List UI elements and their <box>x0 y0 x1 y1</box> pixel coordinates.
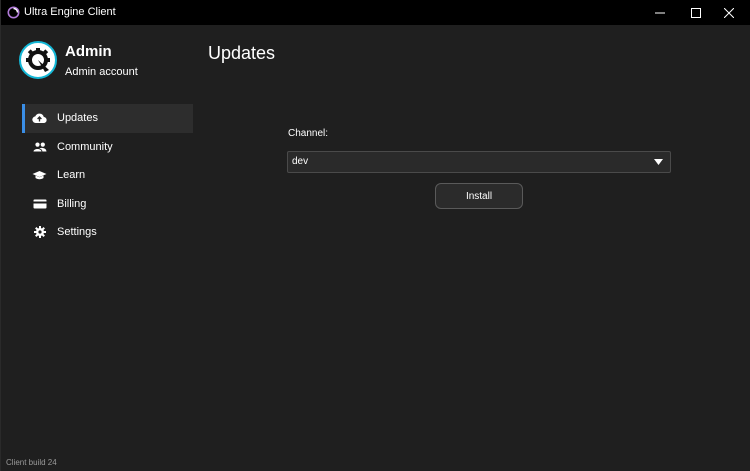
graduation-cap-icon <box>32 168 47 182</box>
sidebar-item-label: Community <box>57 140 113 153</box>
engine-logo-icon <box>26 48 50 72</box>
page-title: Updates <box>208 43 276 63</box>
build-label: Client build 24 <box>6 458 57 467</box>
install-button[interactable]: Install <box>435 183 523 209</box>
close-button[interactable] <box>706 0 750 25</box>
maximize-icon <box>691 7 701 18</box>
channel-label: Channel: <box>288 128 329 139</box>
channel-select[interactable]: dev <box>287 151 671 173</box>
window-title: Ultra Engine Client <box>24 6 116 18</box>
sidebar-item-community[interactable]: Community <box>22 133 193 162</box>
sidebar-item-settings[interactable]: Settings <box>22 218 193 247</box>
cloud-upload-icon <box>32 111 47 125</box>
people-icon <box>32 140 47 154</box>
sidebar-item-label: Updates <box>57 112 98 125</box>
sidebar-item-billing[interactable]: Billing <box>22 190 193 219</box>
app-logo-icon <box>7 6 20 19</box>
credit-card-icon <box>32 197 47 211</box>
sidebar-item-label: Learn <box>57 169 86 182</box>
channel-select-value: dev <box>292 156 309 167</box>
minimize-icon <box>655 12 665 13</box>
close-icon <box>724 7 734 18</box>
avatar[interactable] <box>19 41 57 79</box>
sidebar-item-label: Settings <box>57 226 97 239</box>
gear-icon <box>32 225 47 239</box>
sidebar-nav: Updates Community Learn Billing Settings <box>22 104 193 247</box>
sidebar-item-updates[interactable]: Updates <box>22 104 193 133</box>
sidebar-item-learn[interactable]: Learn <box>22 161 193 190</box>
profile-subtitle: Admin account <box>65 66 138 78</box>
chevron-down-icon <box>654 159 663 165</box>
sidebar-item-label: Billing <box>57 197 87 210</box>
app-window: Ultra Engine Client Admin Admin account <box>0 0 750 471</box>
profile-name: Admin <box>65 43 112 60</box>
title-bar[interactable]: Ultra Engine Client <box>1 0 750 25</box>
